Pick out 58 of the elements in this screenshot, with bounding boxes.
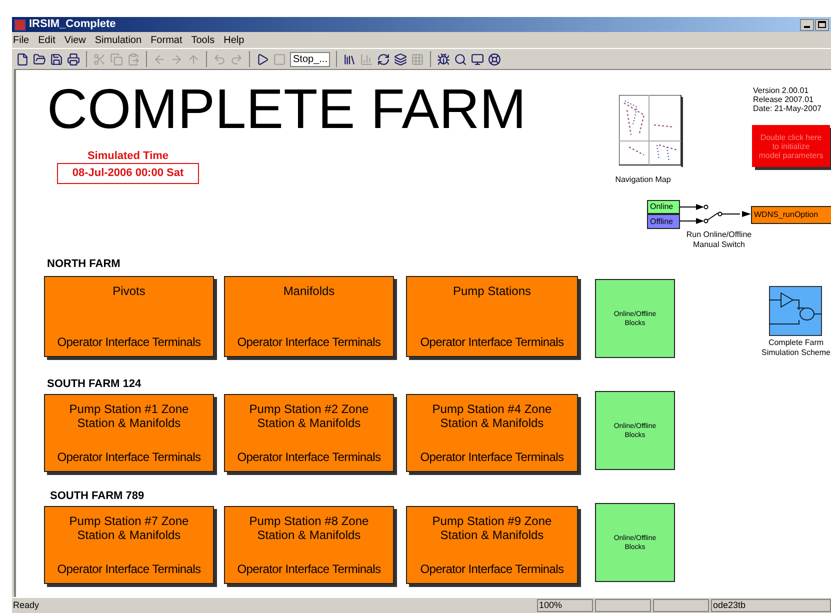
subsystem-icon[interactable] — [769, 286, 822, 336]
version-info-text: Release 2007.01 — [753, 95, 814, 104]
print-icon[interactable] — [67, 52, 80, 66]
menu-item[interactable]: File — [13, 32, 30, 48]
scheme-label: Complete Farm — [768, 338, 824, 348]
lifebuoy-icon[interactable] — [488, 52, 502, 66]
open-folder-icon[interactable] — [33, 52, 46, 66]
minimize-button[interactable] — [800, 18, 814, 30]
constant-block[interactable]: Offline — [647, 214, 680, 229]
subsystem-block[interactable]: Pump Station #2 Zone Station & Manifolds Operator Interface Terminals — [224, 394, 394, 472]
library-icon[interactable] — [343, 52, 356, 66]
menu-item[interactable]: View — [64, 32, 86, 48]
section-heading: NORTH FARM — [47, 257, 120, 272]
new-file-icon[interactable] — [16, 52, 29, 66]
menu-item[interactable]: Tools — [191, 32, 215, 48]
subsystem-block[interactable]: Pump Station #8 Zone Station & Manifolds Operator Interface Terminals — [224, 506, 394, 584]
simulated-time-label: Simulated Time — [86, 149, 170, 164]
section-heading: SOUTH FARM 789 — [50, 489, 144, 504]
search-icon[interactable] — [454, 52, 468, 66]
layers-icon[interactable] — [394, 52, 408, 66]
monitor-icon[interactable] — [471, 52, 484, 66]
play-icon[interactable] — [256, 52, 269, 66]
menu-item[interactable]: Help — [224, 32, 244, 48]
scheme-label: Simulation Scheme — [762, 348, 830, 358]
zoom-level: 100% — [537, 599, 593, 612]
subsystem-block[interactable]: Pump Station #9 Zone Station & Manifolds Operator Interface Terminals — [406, 506, 578, 584]
switch-drawing[interactable] — [680, 203, 751, 225]
diagram-title: COMPLETE FARM — [47, 81, 526, 137]
save-icon[interactable] — [50, 52, 63, 66]
menu-item[interactable]: Simulation — [94, 32, 142, 48]
maximize-button[interactable] — [815, 18, 829, 30]
output-block[interactable]: WDNS_runOption — [751, 206, 831, 224]
version-info-text: Version 2.00.01 — [753, 86, 810, 95]
subsystem-block[interactable]: Pump Station #1 Zone Station & Manifolds Operator Interface Terminals — [44, 394, 214, 472]
version-info-text: Date: 21-May-2007 — [753, 104, 822, 113]
switch-label: Run Online/Offline — [686, 230, 752, 240]
section-heading: SOUTH FARM 124 — [47, 377, 142, 392]
app-icon — [14, 18, 26, 30]
subsystem-block[interactable]: Pump Station #7 Zone Station & Manifolds Operator Interface Terminals — [44, 506, 214, 584]
status-pane — [595, 599, 651, 612]
refresh-icon[interactable] — [377, 52, 390, 66]
status-message: Ready — [12, 598, 40, 612]
stop-time-field[interactable]: Stop_... — [290, 52, 330, 66]
map-thumbnail-drawing[interactable] — [619, 95, 683, 167]
menu-item[interactable]: Format — [150, 32, 182, 48]
navigation-map-label: Navigation Map — [614, 174, 672, 186]
subsystem-block[interactable]: Manifolds Operator Interface Terminals — [224, 276, 394, 357]
window-title: IRSIM_Complete — [29, 19, 116, 30]
subsystem-block[interactable]: Pivots Operator Interface Terminals — [44, 276, 214, 357]
subsystem-block[interactable]: Pump Stations Operator Interface Terminals — [406, 276, 578, 357]
subsystem-block[interactable]: Pump Station #4 Zone Station & Manifolds Operator Interface Terminals — [406, 394, 578, 472]
solver-name: ode23tb — [711, 599, 831, 612]
menu-item[interactable]: Edit — [38, 32, 56, 48]
status-pane — [653, 599, 709, 612]
debug-icon[interactable] — [437, 52, 450, 66]
switch-label: Manual Switch — [692, 240, 746, 250]
simulated-time-display: 08-Jul-2006 00:00 Sat — [57, 163, 199, 184]
constant-block[interactable]: Online — [647, 200, 680, 214]
